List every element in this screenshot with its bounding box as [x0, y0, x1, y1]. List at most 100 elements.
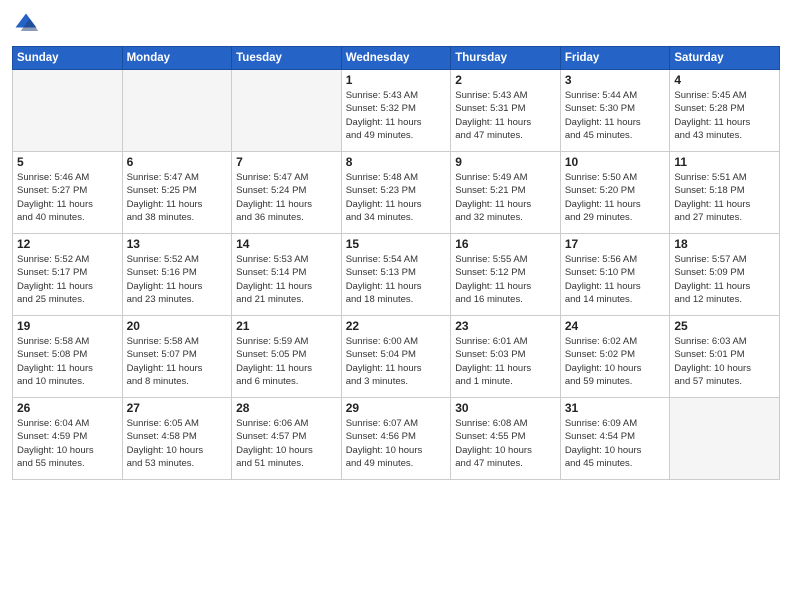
day-info: Sunrise: 5:53 AM Sunset: 5:14 PM Dayligh…	[236, 253, 337, 306]
day-number: 4	[674, 73, 775, 87]
calendar-cell: 22 Sunrise: 6:00 AM Sunset: 5:04 PM Dayli…	[341, 316, 451, 398]
day-number: 23	[455, 319, 556, 333]
day-info: Sunrise: 5:47 AM Sunset: 5:24 PM Dayligh…	[236, 171, 337, 224]
day-number: 7	[236, 155, 337, 169]
day-info: Sunrise: 5:59 AM Sunset: 5:05 PM Dayligh…	[236, 335, 337, 388]
day-info: Sunrise: 6:08 AM Sunset: 4:55 PM Dayligh…	[455, 417, 556, 470]
calendar-cell: 6 Sunrise: 5:47 AM Sunset: 5:25 PM Daylig…	[122, 152, 232, 234]
calendar-cell: 10 Sunrise: 5:50 AM Sunset: 5:20 PM Dayli…	[560, 152, 670, 234]
day-info: Sunrise: 5:57 AM Sunset: 5:09 PM Dayligh…	[674, 253, 775, 306]
weekday-header-tuesday: Tuesday	[232, 47, 342, 70]
week-row-5: 26 Sunrise: 6:04 AM Sunset: 4:59 PM Dayli…	[13, 398, 780, 480]
calendar-cell: 21 Sunrise: 5:59 AM Sunset: 5:05 PM Dayli…	[232, 316, 342, 398]
calendar-cell	[670, 398, 780, 480]
day-number: 20	[127, 319, 228, 333]
day-info: Sunrise: 6:00 AM Sunset: 5:04 PM Dayligh…	[346, 335, 447, 388]
day-number: 25	[674, 319, 775, 333]
calendar-cell: 13 Sunrise: 5:52 AM Sunset: 5:16 PM Dayli…	[122, 234, 232, 316]
day-number: 24	[565, 319, 666, 333]
calendar-cell: 30 Sunrise: 6:08 AM Sunset: 4:55 PM Dayli…	[451, 398, 561, 480]
day-info: Sunrise: 5:43 AM Sunset: 5:31 PM Dayligh…	[455, 89, 556, 142]
day-info: Sunrise: 6:04 AM Sunset: 4:59 PM Dayligh…	[17, 417, 118, 470]
calendar-cell: 3 Sunrise: 5:44 AM Sunset: 5:30 PM Daylig…	[560, 70, 670, 152]
calendar-cell: 12 Sunrise: 5:52 AM Sunset: 5:17 PM Dayli…	[13, 234, 123, 316]
day-number: 18	[674, 237, 775, 251]
day-number: 26	[17, 401, 118, 415]
day-number: 3	[565, 73, 666, 87]
day-info: Sunrise: 5:55 AM Sunset: 5:12 PM Dayligh…	[455, 253, 556, 306]
week-row-2: 5 Sunrise: 5:46 AM Sunset: 5:27 PM Daylig…	[13, 152, 780, 234]
day-info: Sunrise: 5:58 AM Sunset: 5:08 PM Dayligh…	[17, 335, 118, 388]
day-info: Sunrise: 5:45 AM Sunset: 5:28 PM Dayligh…	[674, 89, 775, 142]
calendar-cell: 5 Sunrise: 5:46 AM Sunset: 5:27 PM Daylig…	[13, 152, 123, 234]
weekday-header-wednesday: Wednesday	[341, 47, 451, 70]
calendar-cell: 18 Sunrise: 5:57 AM Sunset: 5:09 PM Dayli…	[670, 234, 780, 316]
day-number: 6	[127, 155, 228, 169]
weekday-header-sunday: Sunday	[13, 47, 123, 70]
calendar-cell: 2Sunrise: 5:43 AM Sunset: 5:31 PM Daylig…	[451, 70, 561, 152]
day-info: Sunrise: 5:52 AM Sunset: 5:16 PM Dayligh…	[127, 253, 228, 306]
day-number: 9	[455, 155, 556, 169]
calendar-cell: 14 Sunrise: 5:53 AM Sunset: 5:14 PM Dayli…	[232, 234, 342, 316]
day-info: Sunrise: 5:43 AM Sunset: 5:32 PM Dayligh…	[346, 89, 447, 142]
day-info: Sunrise: 5:47 AM Sunset: 5:25 PM Dayligh…	[127, 171, 228, 224]
day-number: 10	[565, 155, 666, 169]
weekday-header-friday: Friday	[560, 47, 670, 70]
weekday-header-row: SundayMondayTuesdayWednesdayThursdayFrid…	[13, 47, 780, 70]
day-number: 15	[346, 237, 447, 251]
day-number: 13	[127, 237, 228, 251]
day-info: Sunrise: 5:46 AM Sunset: 5:27 PM Dayligh…	[17, 171, 118, 224]
week-row-3: 12 Sunrise: 5:52 AM Sunset: 5:17 PM Dayli…	[13, 234, 780, 316]
day-info: Sunrise: 6:09 AM Sunset: 4:54 PM Dayligh…	[565, 417, 666, 470]
day-number: 30	[455, 401, 556, 415]
week-row-1: 1 Sunrise: 5:43 AM Sunset: 5:32 PM Daylig…	[13, 70, 780, 152]
day-number: 21	[236, 319, 337, 333]
calendar-cell: 1 Sunrise: 5:43 AM Sunset: 5:32 PM Daylig…	[341, 70, 451, 152]
day-info: Sunrise: 5:50 AM Sunset: 5:20 PM Dayligh…	[565, 171, 666, 224]
day-info: Sunrise: 5:48 AM Sunset: 5:23 PM Dayligh…	[346, 171, 447, 224]
day-info: Sunrise: 6:07 AM Sunset: 4:56 PM Dayligh…	[346, 417, 447, 470]
calendar-cell: 8 Sunrise: 5:48 AM Sunset: 5:23 PM Daylig…	[341, 152, 451, 234]
calendar-cell: 7 Sunrise: 5:47 AM Sunset: 5:24 PM Daylig…	[232, 152, 342, 234]
weekday-header-thursday: Thursday	[451, 47, 561, 70]
calendar-cell: 26 Sunrise: 6:04 AM Sunset: 4:59 PM Dayli…	[13, 398, 123, 480]
day-number: 31	[565, 401, 666, 415]
day-number: 5	[17, 155, 118, 169]
day-number: 12	[17, 237, 118, 251]
day-info: Sunrise: 5:49 AM Sunset: 5:21 PM Dayligh…	[455, 171, 556, 224]
calendar-cell: 23 Sunrise: 6:01 AM Sunset: 5:03 PM Dayli…	[451, 316, 561, 398]
day-number: 29	[346, 401, 447, 415]
logo	[12, 10, 44, 38]
day-info: Sunrise: 6:02 AM Sunset: 5:02 PM Dayligh…	[565, 335, 666, 388]
calendar-cell: 4 Sunrise: 5:45 AM Sunset: 5:28 PM Daylig…	[670, 70, 780, 152]
day-info: Sunrise: 6:06 AM Sunset: 4:57 PM Dayligh…	[236, 417, 337, 470]
day-info: Sunrise: 5:52 AM Sunset: 5:17 PM Dayligh…	[17, 253, 118, 306]
day-number: 22	[346, 319, 447, 333]
calendar-cell: 31 Sunrise: 6:09 AM Sunset: 4:54 PM Dayli…	[560, 398, 670, 480]
day-number: 14	[236, 237, 337, 251]
calendar-cell: 20Sunrise: 5:58 AM Sunset: 5:07 PM Dayli…	[122, 316, 232, 398]
calendar-cell: 29 Sunrise: 6:07 AM Sunset: 4:56 PM Dayli…	[341, 398, 451, 480]
day-number: 17	[565, 237, 666, 251]
day-number: 11	[674, 155, 775, 169]
calendar-cell	[13, 70, 123, 152]
day-info: Sunrise: 6:03 AM Sunset: 5:01 PM Dayligh…	[674, 335, 775, 388]
logo-icon	[12, 10, 40, 38]
calendar: SundayMondayTuesdayWednesdayThursdayFrid…	[12, 46, 780, 480]
day-number: 27	[127, 401, 228, 415]
day-number: 1	[346, 73, 447, 87]
day-number: 8	[346, 155, 447, 169]
day-info: Sunrise: 5:56 AM Sunset: 5:10 PM Dayligh…	[565, 253, 666, 306]
day-info: Sunrise: 6:01 AM Sunset: 5:03 PM Dayligh…	[455, 335, 556, 388]
day-info: Sunrise: 6:05 AM Sunset: 4:58 PM Dayligh…	[127, 417, 228, 470]
weekday-header-monday: Monday	[122, 47, 232, 70]
day-info: Sunrise: 5:54 AM Sunset: 5:13 PM Dayligh…	[346, 253, 447, 306]
calendar-cell: 27 Sunrise: 6:05 AM Sunset: 4:58 PM Dayli…	[122, 398, 232, 480]
day-info: Sunrise: 5:51 AM Sunset: 5:18 PM Dayligh…	[674, 171, 775, 224]
page: SundayMondayTuesdayWednesdayThursdayFrid…	[0, 0, 792, 612]
day-info: Sunrise: 5:44 AM Sunset: 5:30 PM Dayligh…	[565, 89, 666, 142]
calendar-cell	[122, 70, 232, 152]
week-row-4: 19Sunrise: 5:58 AM Sunset: 5:08 PM Dayli…	[13, 316, 780, 398]
calendar-cell: 16Sunrise: 5:55 AM Sunset: 5:12 PM Dayli…	[451, 234, 561, 316]
header	[12, 10, 780, 38]
